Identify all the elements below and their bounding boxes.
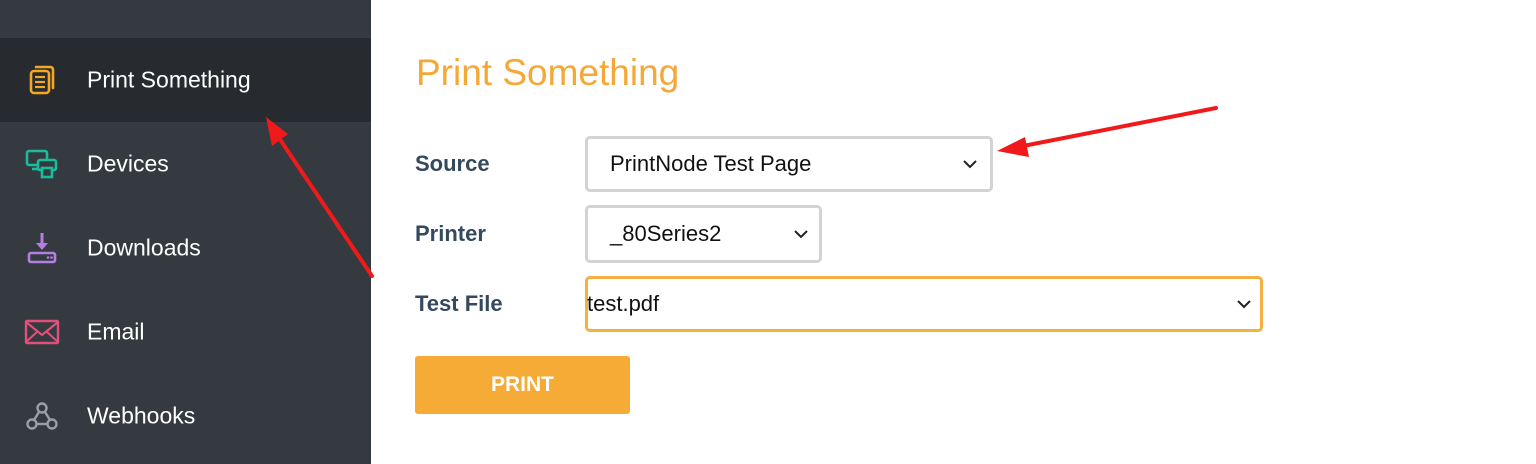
sidebar-item-webhooks[interactable]: Webhooks [0,374,371,458]
download-icon [24,230,60,266]
source-select[interactable]: PrintNode Test Page [585,136,993,192]
sidebar: Print Something Devices Downloads Email … [0,0,371,464]
sidebar-item-label: Downloads [87,234,201,261]
envelope-icon [24,314,60,350]
sidebar-item-print-something[interactable]: Print Something [0,38,371,122]
sidebar-item-email[interactable]: Email [0,290,371,374]
printer-select[interactable]: _80Series2 [585,205,822,263]
webhook-icon [24,398,60,434]
sidebar-item-label: Devices [87,150,169,177]
printer-label: Printer [415,221,486,246]
printer-select-value: _80Series2 [610,221,722,246]
devices-icon [24,146,60,182]
main-content: Print Something Source PrintNode Test Pa… [371,0,1536,464]
sidebar-item-label: Webhooks [87,402,196,429]
sidebar-item-label: Print Something [87,66,251,93]
test-file-select-value: test.pdf [587,291,660,316]
source-select-value: PrintNode Test Page [610,151,812,176]
print-button[interactable]: PRINT [415,356,630,414]
sidebar-item-devices[interactable]: Devices [0,122,371,206]
chevron-down-icon [963,160,977,169]
chevron-down-icon [794,230,808,239]
sidebar-item-label: Email [87,318,145,345]
test-file-label: Test File [415,291,503,316]
test-file-select[interactable]: test.pdf [585,276,1263,332]
source-label: Source [415,151,490,176]
page-title: Print Something [416,52,680,93]
documents-icon [24,62,60,98]
chevron-down-icon [1237,300,1251,309]
sidebar-item-downloads[interactable]: Downloads [0,206,371,290]
